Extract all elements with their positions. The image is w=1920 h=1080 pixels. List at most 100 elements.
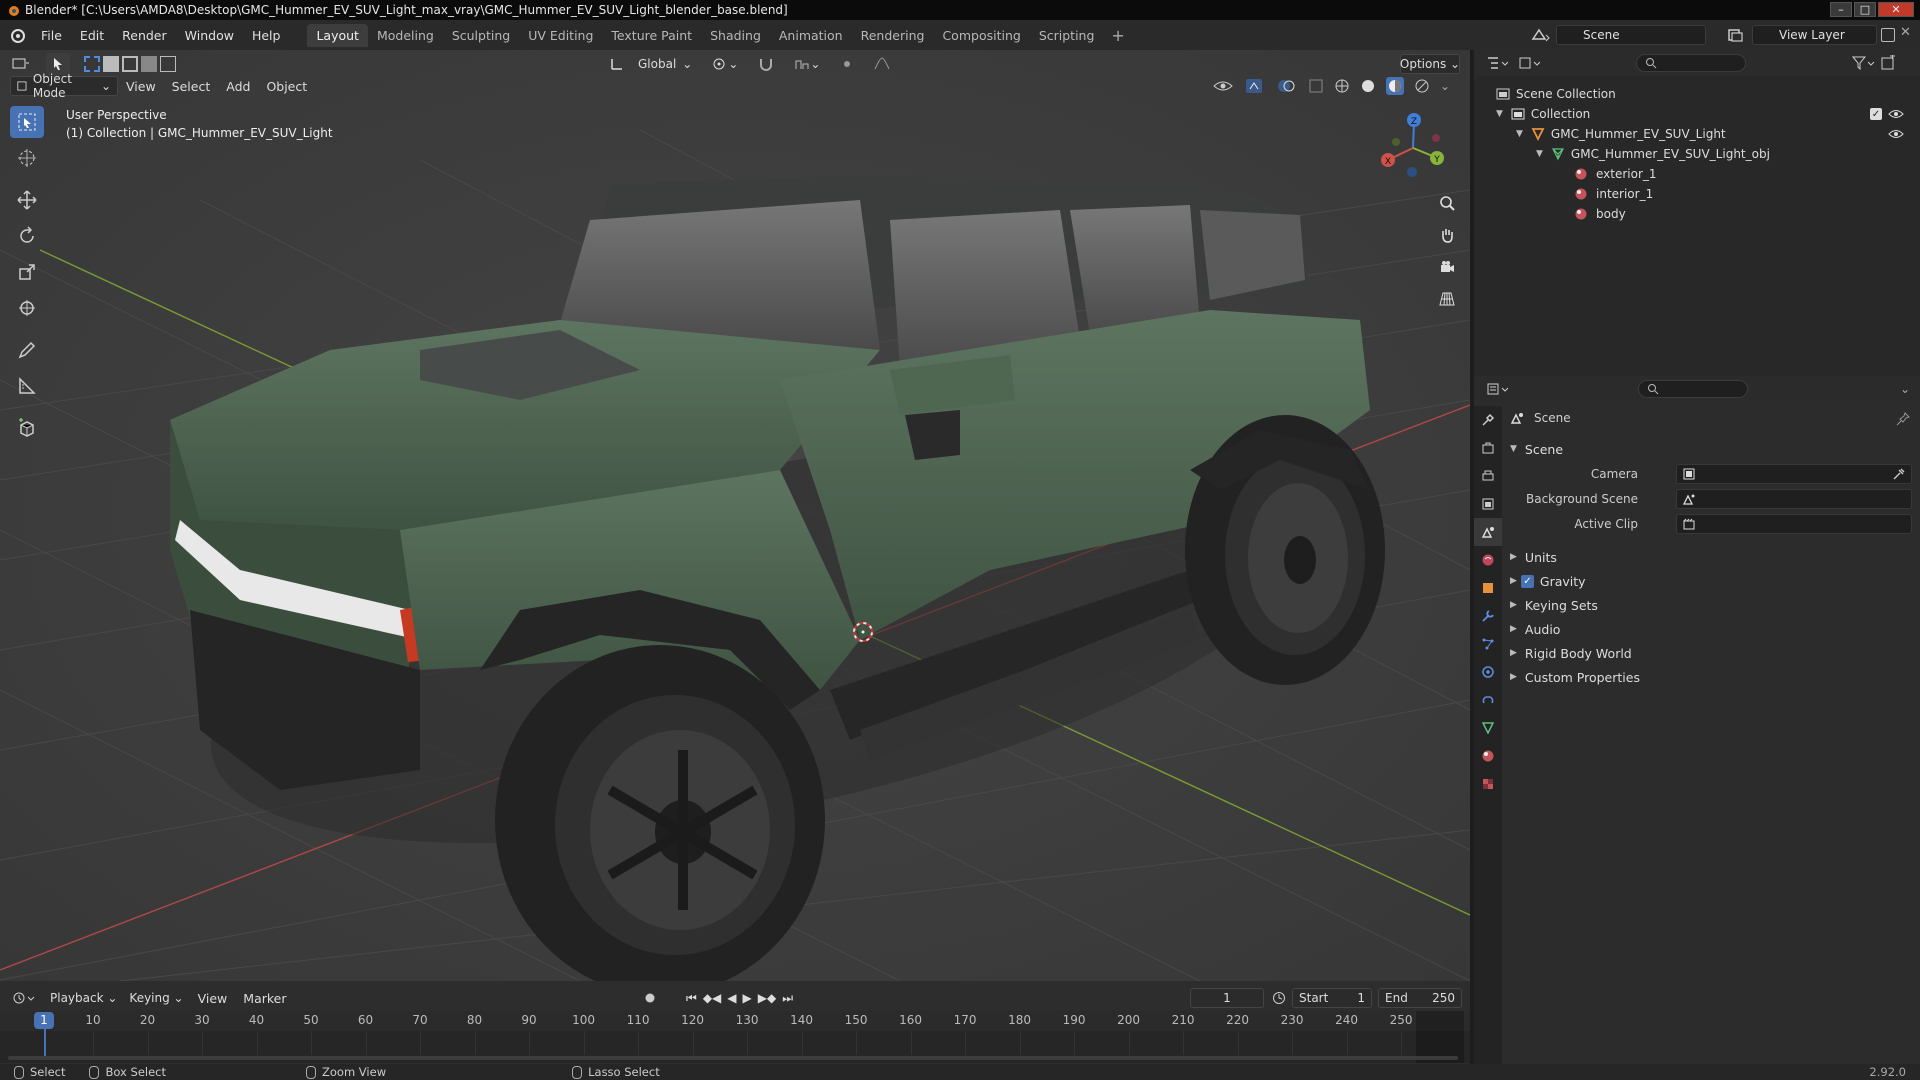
eye-icon[interactable] [1888,108,1904,120]
select-box-tool[interactable] [10,106,44,138]
outliner-row-material[interactable]: interior_1 [1574,184,1653,204]
timeline-editor-icon[interactable] [12,991,36,1005]
outliner-row-mesh[interactable]: ▼ GMC_Hummer_EV_SUV_Light_obj [1536,144,1770,164]
panel-expand-icon[interactable]: ▶ [1510,576,1517,586]
snap-target-dropdown[interactable]: ⌄ [788,54,826,74]
zoom-button[interactable] [1434,190,1460,216]
expand-arrow-icon[interactable]: ▼ [1536,149,1543,159]
navigation-gizmo[interactable]: Z X Y [1378,110,1448,180]
next-keyframe-icon[interactable]: ▶◆ [758,991,776,1005]
viewport-scene[interactable] [0,50,1470,981]
options-dropdown[interactable]: Options ⌄ [1400,54,1460,74]
pin-icon[interactable] [1896,412,1910,426]
shading-options-icon[interactable]: ⌄ [1440,79,1450,93]
tab-particles[interactable] [1474,630,1502,658]
jump-end-icon[interactable]: ⏭ [782,991,793,1006]
camera-view-button[interactable] [1434,254,1460,280]
maximize-button[interactable]: □ [1854,2,1876,17]
tab-layout[interactable]: Layout [307,23,368,47]
select-intersect-icon[interactable] [160,56,176,72]
panel-expand-icon[interactable]: ▶ [1510,672,1517,682]
tab-shading[interactable]: Shading [701,24,770,47]
eyedropper-icon[interactable] [1893,468,1905,480]
orientation-dropdown[interactable]: Global ⌄ [632,54,698,74]
gravity-panel-header[interactable]: ▶ ✓ Gravity [1510,570,1586,592]
overlays-icon[interactable] [1276,78,1298,94]
outliner-row-material[interactable]: exterior_1 [1574,164,1657,184]
outliner-row-collection[interactable]: ▼ Collection ✓ [1496,104,1906,124]
tab-compositing[interactable]: Compositing [933,24,1029,47]
tab-modeling[interactable]: Modeling [368,24,443,47]
tab-physics[interactable] [1474,658,1502,686]
panel-expand-icon[interactable]: ▶ [1510,600,1517,610]
display-mode-icon[interactable] [1518,56,1540,70]
tab-world[interactable] [1474,546,1502,574]
menu-object[interactable]: Object [258,79,315,94]
camera-field[interactable] [1676,464,1912,484]
panel-collapse-icon[interactable]: ▼ [1510,444,1517,454]
playback-menu[interactable]: Playback ⌄ [44,988,123,1008]
tab-modifiers[interactable] [1474,602,1502,630]
playhead[interactable]: 1 [34,1012,54,1029]
new-collection-icon[interactable] [1880,55,1896,71]
units-panel-header[interactable]: ▶ Units [1510,546,1557,568]
transform-tool[interactable] [10,292,44,324]
prev-keyframe-icon[interactable]: ◆◀ [703,991,721,1005]
jump-start-icon[interactable]: ⏮ [686,991,697,1006]
play-icon[interactable]: ▶ [743,991,752,1005]
scene-panel-header[interactable]: ▼ Scene [1510,438,1563,460]
tab-material[interactable] [1474,742,1502,770]
rotate-tool[interactable] [10,220,44,252]
panel-expand-icon[interactable]: ▶ [1510,552,1517,562]
scene-selector[interactable]: Scene [1556,25,1706,45]
timeline-track-area[interactable]: 1102030405060708090100110120130140150160… [0,1011,1470,1063]
view-layer-selector[interactable]: View Layer [1752,25,1877,45]
tab-animation[interactable]: Animation [770,24,852,47]
keying-sets-panel-header[interactable]: ▶ Keying Sets [1510,594,1598,616]
marker-menu[interactable]: Marker [235,991,294,1006]
scene-icon[interactable] [1530,27,1552,43]
panel-expand-icon[interactable]: ▶ [1510,624,1517,634]
add-cube-tool[interactable] [10,412,44,444]
view-layer-icon[interactable] [1726,27,1748,43]
eye-icon[interactable] [1888,128,1904,140]
mode-dropdown[interactable]: Object Mode ⌄ [10,72,118,100]
menu-view[interactable]: View [118,79,164,94]
expand-arrow-icon[interactable]: ▼ [1516,129,1523,139]
close-button[interactable]: ✕ [1878,2,1914,17]
filter-icon[interactable] [1852,56,1876,70]
scale-tool[interactable] [10,256,44,288]
tab-tool[interactable] [1474,406,1502,434]
tab-texture-paint[interactable]: Texture Paint [602,24,701,47]
annotate-tool[interactable] [10,334,44,366]
snap-toggle[interactable] [752,54,780,74]
select-subtract-icon[interactable] [122,56,138,72]
xray-icon[interactable] [1308,78,1324,94]
cursor-tool[interactable] [10,142,44,174]
outliner-row-object[interactable]: ▼ GMC_Hummer_EV_SUV_Light [1516,124,1906,144]
pivot-dropdown[interactable]: ⌄ [706,54,744,74]
pan-button[interactable] [1434,222,1460,248]
new-view-layer-icon[interactable] [1881,28,1895,42]
tab-object[interactable] [1474,574,1502,602]
background-scene-field[interactable] [1676,489,1912,509]
minimize-button[interactable]: – [1830,2,1852,17]
select-invert-icon[interactable] [141,56,157,72]
outliner-editor-icon[interactable] [1486,56,1508,70]
current-frame-field[interactable]: 1 [1190,988,1264,1008]
tab-render[interactable] [1474,434,1502,462]
play-reverse-icon[interactable]: ◀ [727,991,736,1005]
clock-icon[interactable] [1272,991,1286,1005]
exclude-checkbox[interactable]: ✓ [1870,108,1882,120]
select-new-icon[interactable] [84,56,100,72]
tab-rendering[interactable]: Rendering [852,24,934,47]
audio-panel-header[interactable]: ▶ Audio [1510,618,1560,640]
outliner-row-scene-collection[interactable]: Scene Collection [1496,84,1616,104]
properties-search-input[interactable] [1638,380,1748,398]
add-workspace-button[interactable]: + [1103,26,1132,45]
custom-properties-panel-header[interactable]: ▶ Custom Properties [1510,666,1640,688]
solid-shading-icon[interactable] [1360,78,1376,94]
perspective-toggle-button[interactable] [1434,286,1460,312]
start-frame-field[interactable]: Start 1 [1292,988,1372,1008]
remove-view-layer-icon[interactable]: ✕ [1900,25,1911,40]
